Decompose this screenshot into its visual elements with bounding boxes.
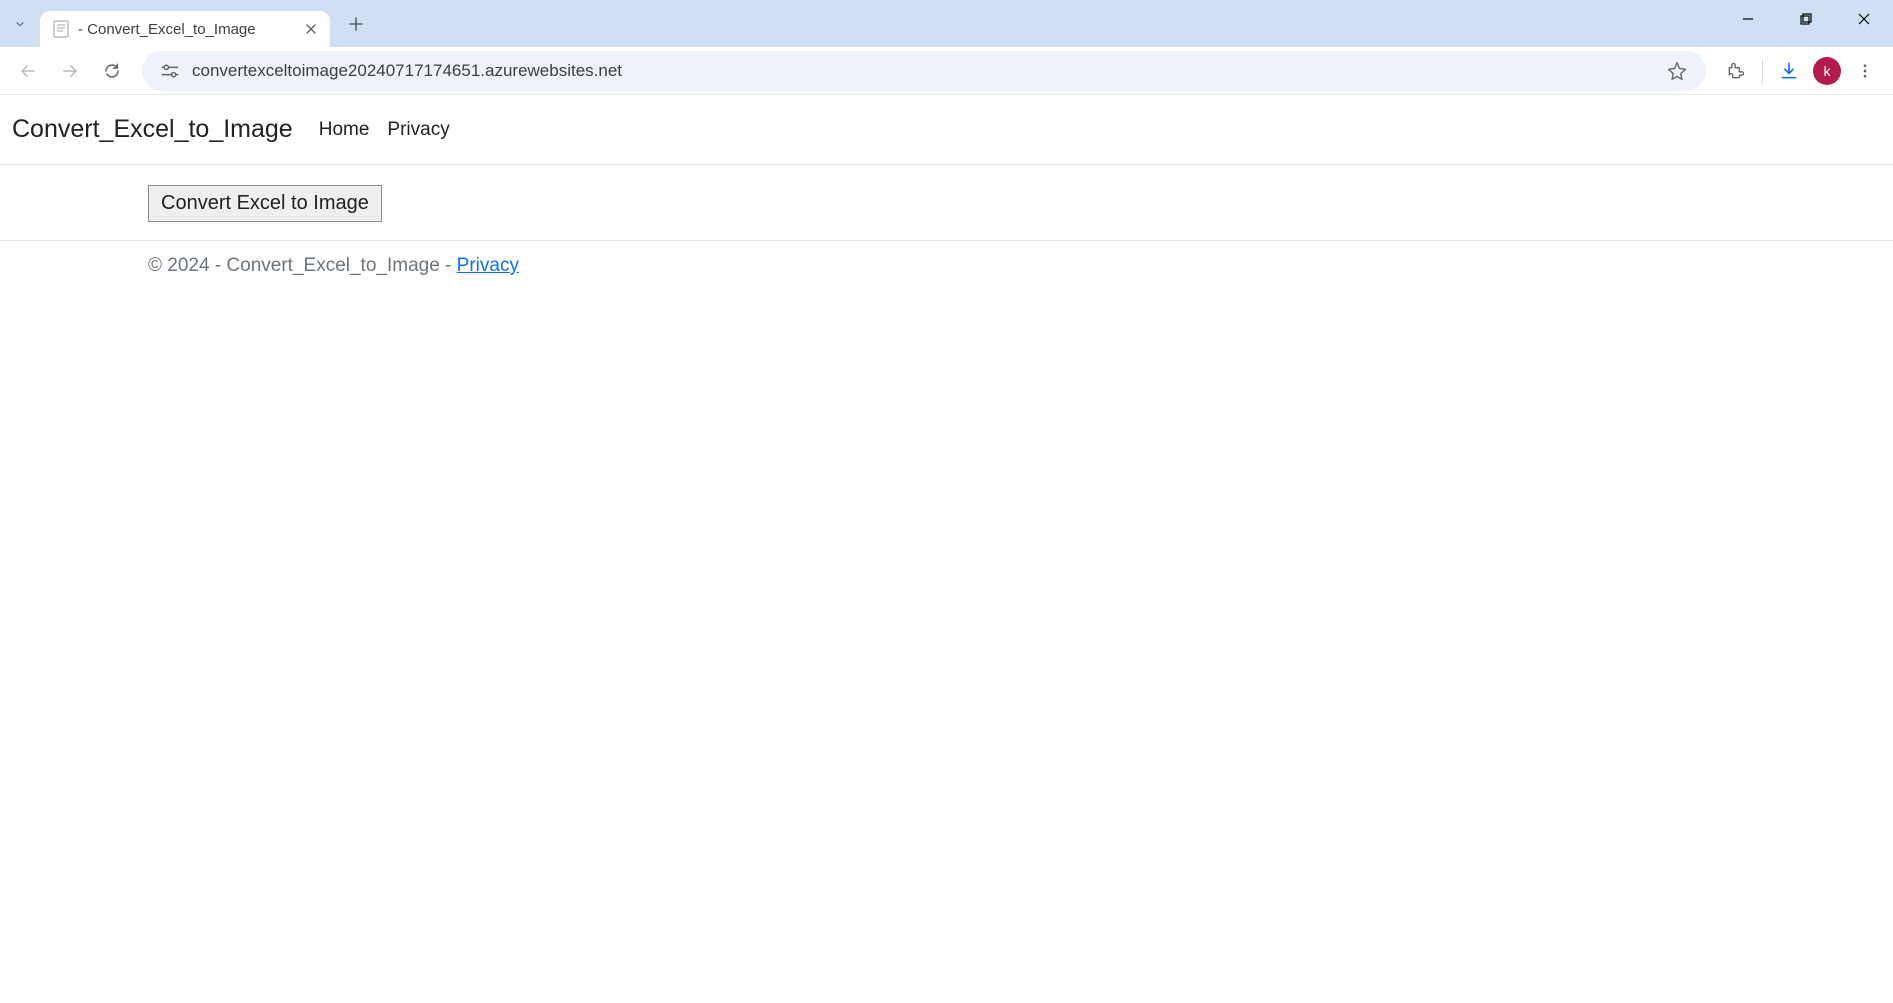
profile-initial: k: [1824, 63, 1831, 79]
profile-avatar-button[interactable]: k: [1813, 57, 1841, 85]
window-close-button[interactable]: [1835, 0, 1893, 38]
downloads-button[interactable]: [1771, 53, 1807, 89]
arrow-left-icon: [19, 62, 37, 80]
nav-link-home[interactable]: Home: [319, 119, 370, 141]
tab-close-button[interactable]: [302, 20, 320, 38]
nav-forward-button[interactable]: [52, 53, 88, 89]
close-icon: [1858, 13, 1870, 25]
brand-link[interactable]: Convert_Excel_to_Image: [12, 115, 293, 144]
tab-strip: - Convert_Excel_to_Image: [0, 0, 1893, 47]
nav-back-button[interactable]: [10, 53, 46, 89]
plus-icon: [349, 17, 363, 31]
footer-copyright: © 2024 - Convert_Excel_to_Image -: [148, 255, 457, 276]
convert-button[interactable]: Convert Excel to Image: [148, 185, 382, 222]
page-favicon-icon: [52, 20, 70, 38]
nav-link-privacy[interactable]: Privacy: [387, 119, 449, 141]
window-minimize-button[interactable]: [1719, 0, 1777, 38]
new-tab-button[interactable]: [340, 8, 372, 40]
bookmark-button[interactable]: [1662, 56, 1692, 86]
chevron-down-icon: [13, 17, 27, 31]
url-input[interactable]: [192, 61, 1662, 81]
page-footer: © 2024 - Convert_Excel_to_Image - Privac…: [0, 241, 1893, 277]
window-maximize-button[interactable]: [1777, 0, 1835, 38]
maximize-icon: [1800, 13, 1812, 25]
browser-chrome: - Convert_Excel_to_Image: [0, 0, 1893, 95]
extensions-button[interactable]: [1718, 53, 1754, 89]
minimize-icon: [1742, 13, 1754, 25]
site-tune-icon: [160, 63, 180, 79]
arrow-right-icon: [61, 62, 79, 80]
browser-toolbar: k: [0, 47, 1893, 95]
download-icon: [1779, 61, 1799, 81]
address-bar[interactable]: [142, 51, 1706, 91]
puzzle-icon: [1726, 61, 1746, 81]
star-icon: [1667, 61, 1687, 81]
kebab-menu-icon: [1856, 62, 1874, 80]
nav-reload-button[interactable]: [94, 53, 130, 89]
tab-title: - Convert_Excel_to_Image: [78, 21, 296, 38]
footer-privacy-link[interactable]: Privacy: [457, 255, 519, 276]
browser-tab[interactable]: - Convert_Excel_to_Image: [40, 11, 330, 47]
toolbar-divider: [1762, 59, 1763, 83]
reload-icon: [103, 62, 121, 80]
page-content: Convert_Excel_to_Image Home Privacy Conv…: [0, 95, 1893, 277]
window-controls: [1719, 0, 1893, 38]
site-info-button[interactable]: [156, 57, 184, 85]
page-navbar: Convert_Excel_to_Image Home Privacy: [0, 95, 1893, 165]
search-tabs-button[interactable]: [8, 12, 32, 36]
browser-menu-button[interactable]: [1847, 53, 1883, 89]
close-icon: [306, 24, 316, 34]
page-body: Convert Excel to Image: [0, 165, 1893, 241]
